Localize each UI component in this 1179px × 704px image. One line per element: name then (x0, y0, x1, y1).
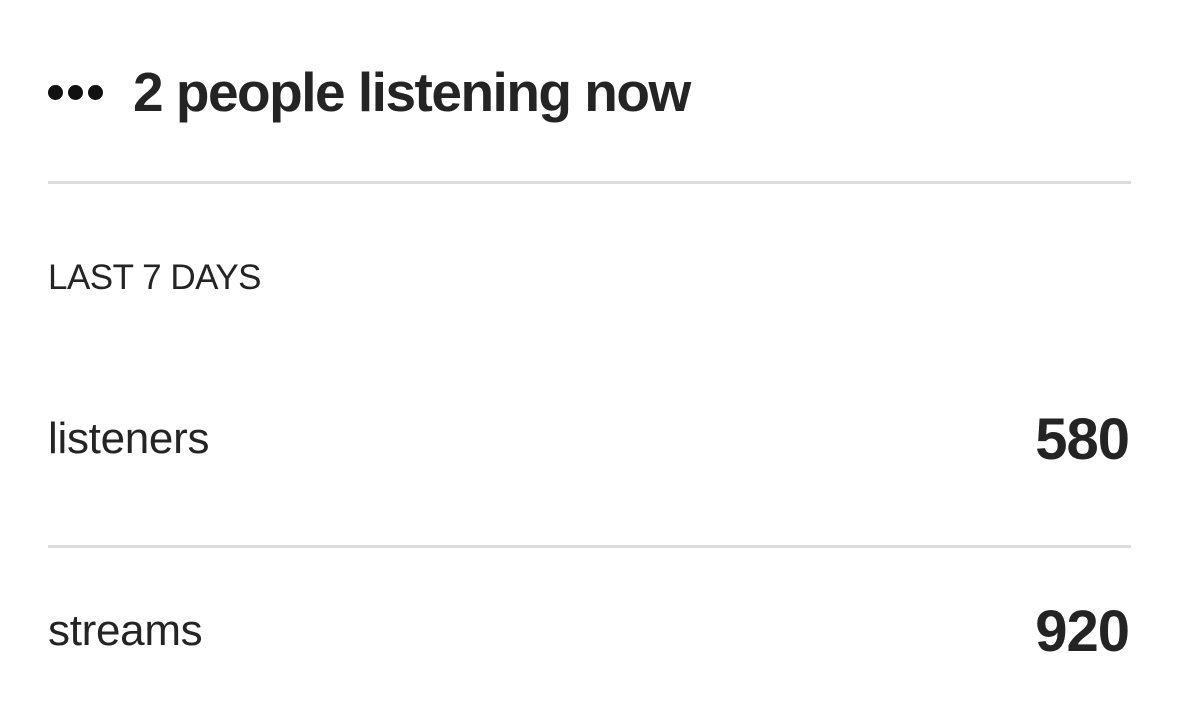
stat-row-streams: streams 920 (48, 591, 1131, 671)
period-label: LAST 7 DAYS (48, 258, 262, 297)
stat-label-listeners: listeners (48, 414, 210, 463)
live-listeners-row: 2 people listening now (48, 54, 691, 130)
stat-value-streams: 920 (1035, 598, 1130, 664)
divider (48, 181, 1131, 184)
more-dots-icon (48, 84, 103, 100)
stat-value-listeners: 580 (1035, 406, 1130, 472)
stat-label-streams: streams (48, 606, 203, 655)
divider (48, 545, 1131, 548)
stat-row-listeners: listeners 580 (48, 399, 1131, 479)
live-listeners-text: 2 people listening now (133, 61, 691, 123)
dot (88, 84, 103, 100)
dot (48, 84, 63, 100)
dot (68, 84, 83, 100)
